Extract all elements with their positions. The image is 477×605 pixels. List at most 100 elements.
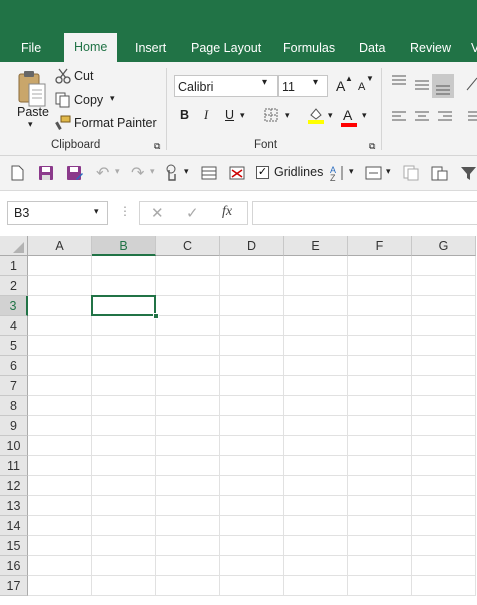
cell-g17[interactable] [412, 576, 476, 596]
cell-d7[interactable] [220, 376, 284, 396]
cell-c3[interactable] [156, 296, 220, 316]
cell-e11[interactable] [284, 456, 348, 476]
name-box-chevron-icon[interactable]: ▾ [94, 206, 99, 217]
align-middle-icon[interactable] [414, 78, 430, 92]
cell-d8[interactable] [220, 396, 284, 416]
cell-f11[interactable] [348, 456, 412, 476]
cell-f5[interactable] [348, 336, 412, 356]
cell-g14[interactable] [412, 516, 476, 536]
cell-f14[interactable] [348, 516, 412, 536]
cell-f13[interactable] [348, 496, 412, 516]
sort-icon[interactable]: AZ [330, 164, 346, 183]
paste-special-icon[interactable] [431, 165, 448, 181]
cell-c17[interactable] [156, 576, 220, 596]
insert-function-button[interactable]: fx [222, 204, 232, 220]
cell-e8[interactable] [284, 396, 348, 416]
cell-e10[interactable] [284, 436, 348, 456]
cell-c6[interactable] [156, 356, 220, 376]
cell-g15[interactable] [412, 536, 476, 556]
cell-d5[interactable] [220, 336, 284, 356]
confirm-entry-icon[interactable]: ✓ [186, 204, 199, 222]
formula-input[interactable] [252, 201, 477, 225]
tab-review[interactable]: Review [410, 38, 451, 60]
cell-e12[interactable] [284, 476, 348, 496]
cell-d14[interactable] [220, 516, 284, 536]
cell-g11[interactable] [412, 456, 476, 476]
save-icon[interactable] [38, 165, 54, 181]
cell-e7[interactable] [284, 376, 348, 396]
merge-cells-icon[interactable] [365, 165, 382, 181]
align-right-icon[interactable] [437, 110, 453, 124]
cell-f2[interactable] [348, 276, 412, 296]
underline-chevron-icon[interactable]: ▾ [240, 110, 245, 121]
cell-b15[interactable] [92, 536, 156, 556]
cell-a11[interactable] [28, 456, 92, 476]
cell-f8[interactable] [348, 396, 412, 416]
undo-icon[interactable]: ↶ [96, 163, 109, 183]
font-color-chevron-icon[interactable]: ▾ [362, 110, 367, 121]
align-center-icon[interactable] [414, 110, 430, 124]
cell-f16[interactable] [348, 556, 412, 576]
cell-g8[interactable] [412, 396, 476, 416]
cell-a3[interactable] [28, 296, 92, 316]
decrease-indent-icon[interactable] [462, 110, 477, 124]
font-dialog-launcher-icon[interactable]: ⧉ [369, 141, 375, 152]
grow-font-button[interactable]: A [336, 78, 345, 94]
cell-c1[interactable] [156, 256, 220, 276]
cell-b12[interactable] [92, 476, 156, 496]
cell-b6[interactable] [92, 356, 156, 376]
new-document-icon[interactable] [11, 165, 24, 181]
cell-c16[interactable] [156, 556, 220, 576]
cell-a12[interactable] [28, 476, 92, 496]
tab-page-layout[interactable]: Page Layout [191, 38, 261, 60]
borders-chevron-icon[interactable]: ▾ [285, 110, 290, 121]
row-header-6[interactable]: 6 [0, 356, 28, 376]
font-size-chevron-icon[interactable]: ▾ [313, 77, 318, 88]
cell-b4[interactable] [92, 316, 156, 336]
cell-g13[interactable] [412, 496, 476, 516]
row-header-2[interactable]: 2 [0, 276, 28, 296]
cell-d17[interactable] [220, 576, 284, 596]
cell-c9[interactable] [156, 416, 220, 436]
touch-mode-icon[interactable] [163, 164, 179, 182]
row-header-5[interactable]: 5 [0, 336, 28, 356]
fill-color-icon[interactable] [307, 106, 325, 124]
cell-b11[interactable] [92, 456, 156, 476]
cell-a17[interactable] [28, 576, 92, 596]
cell-a8[interactable] [28, 396, 92, 416]
align-bottom-button[interactable] [432, 74, 454, 98]
insert-sheet-rows-icon[interactable] [201, 165, 217, 181]
fill-handle[interactable] [153, 313, 159, 319]
cell-a6[interactable] [28, 356, 92, 376]
cell-a5[interactable] [28, 336, 92, 356]
row-header-8[interactable]: 8 [0, 396, 28, 416]
cell-g1[interactable] [412, 256, 476, 276]
sort-chevron-icon[interactable]: ▾ [349, 166, 354, 177]
cell-f10[interactable] [348, 436, 412, 456]
cell-b7[interactable] [92, 376, 156, 396]
cell-f4[interactable] [348, 316, 412, 336]
cell-e17[interactable] [284, 576, 348, 596]
cell-d16[interactable] [220, 556, 284, 576]
row-header-15[interactable]: 15 [0, 536, 28, 556]
row-header-12[interactable]: 12 [0, 476, 28, 496]
cell-a13[interactable] [28, 496, 92, 516]
paste-icon[interactable] [15, 70, 49, 110]
undo-chevron-icon[interactable]: ▾ [115, 166, 120, 177]
cell-a7[interactable] [28, 376, 92, 396]
cell-f1[interactable] [348, 256, 412, 276]
touch-mode-chevron-icon[interactable]: ▾ [184, 166, 189, 177]
cell-f15[interactable] [348, 536, 412, 556]
row-header-9[interactable]: 9 [0, 416, 28, 436]
cell-b9[interactable] [92, 416, 156, 436]
cell-b17[interactable] [92, 576, 156, 596]
cell-a1[interactable] [28, 256, 92, 276]
delete-sheet-rows-icon[interactable] [229, 165, 245, 181]
cell-f6[interactable] [348, 356, 412, 376]
cell-b8[interactable] [92, 396, 156, 416]
cell-c13[interactable] [156, 496, 220, 516]
cell-c10[interactable] [156, 436, 220, 456]
cell-c5[interactable] [156, 336, 220, 356]
cell-g10[interactable] [412, 436, 476, 456]
cell-a16[interactable] [28, 556, 92, 576]
